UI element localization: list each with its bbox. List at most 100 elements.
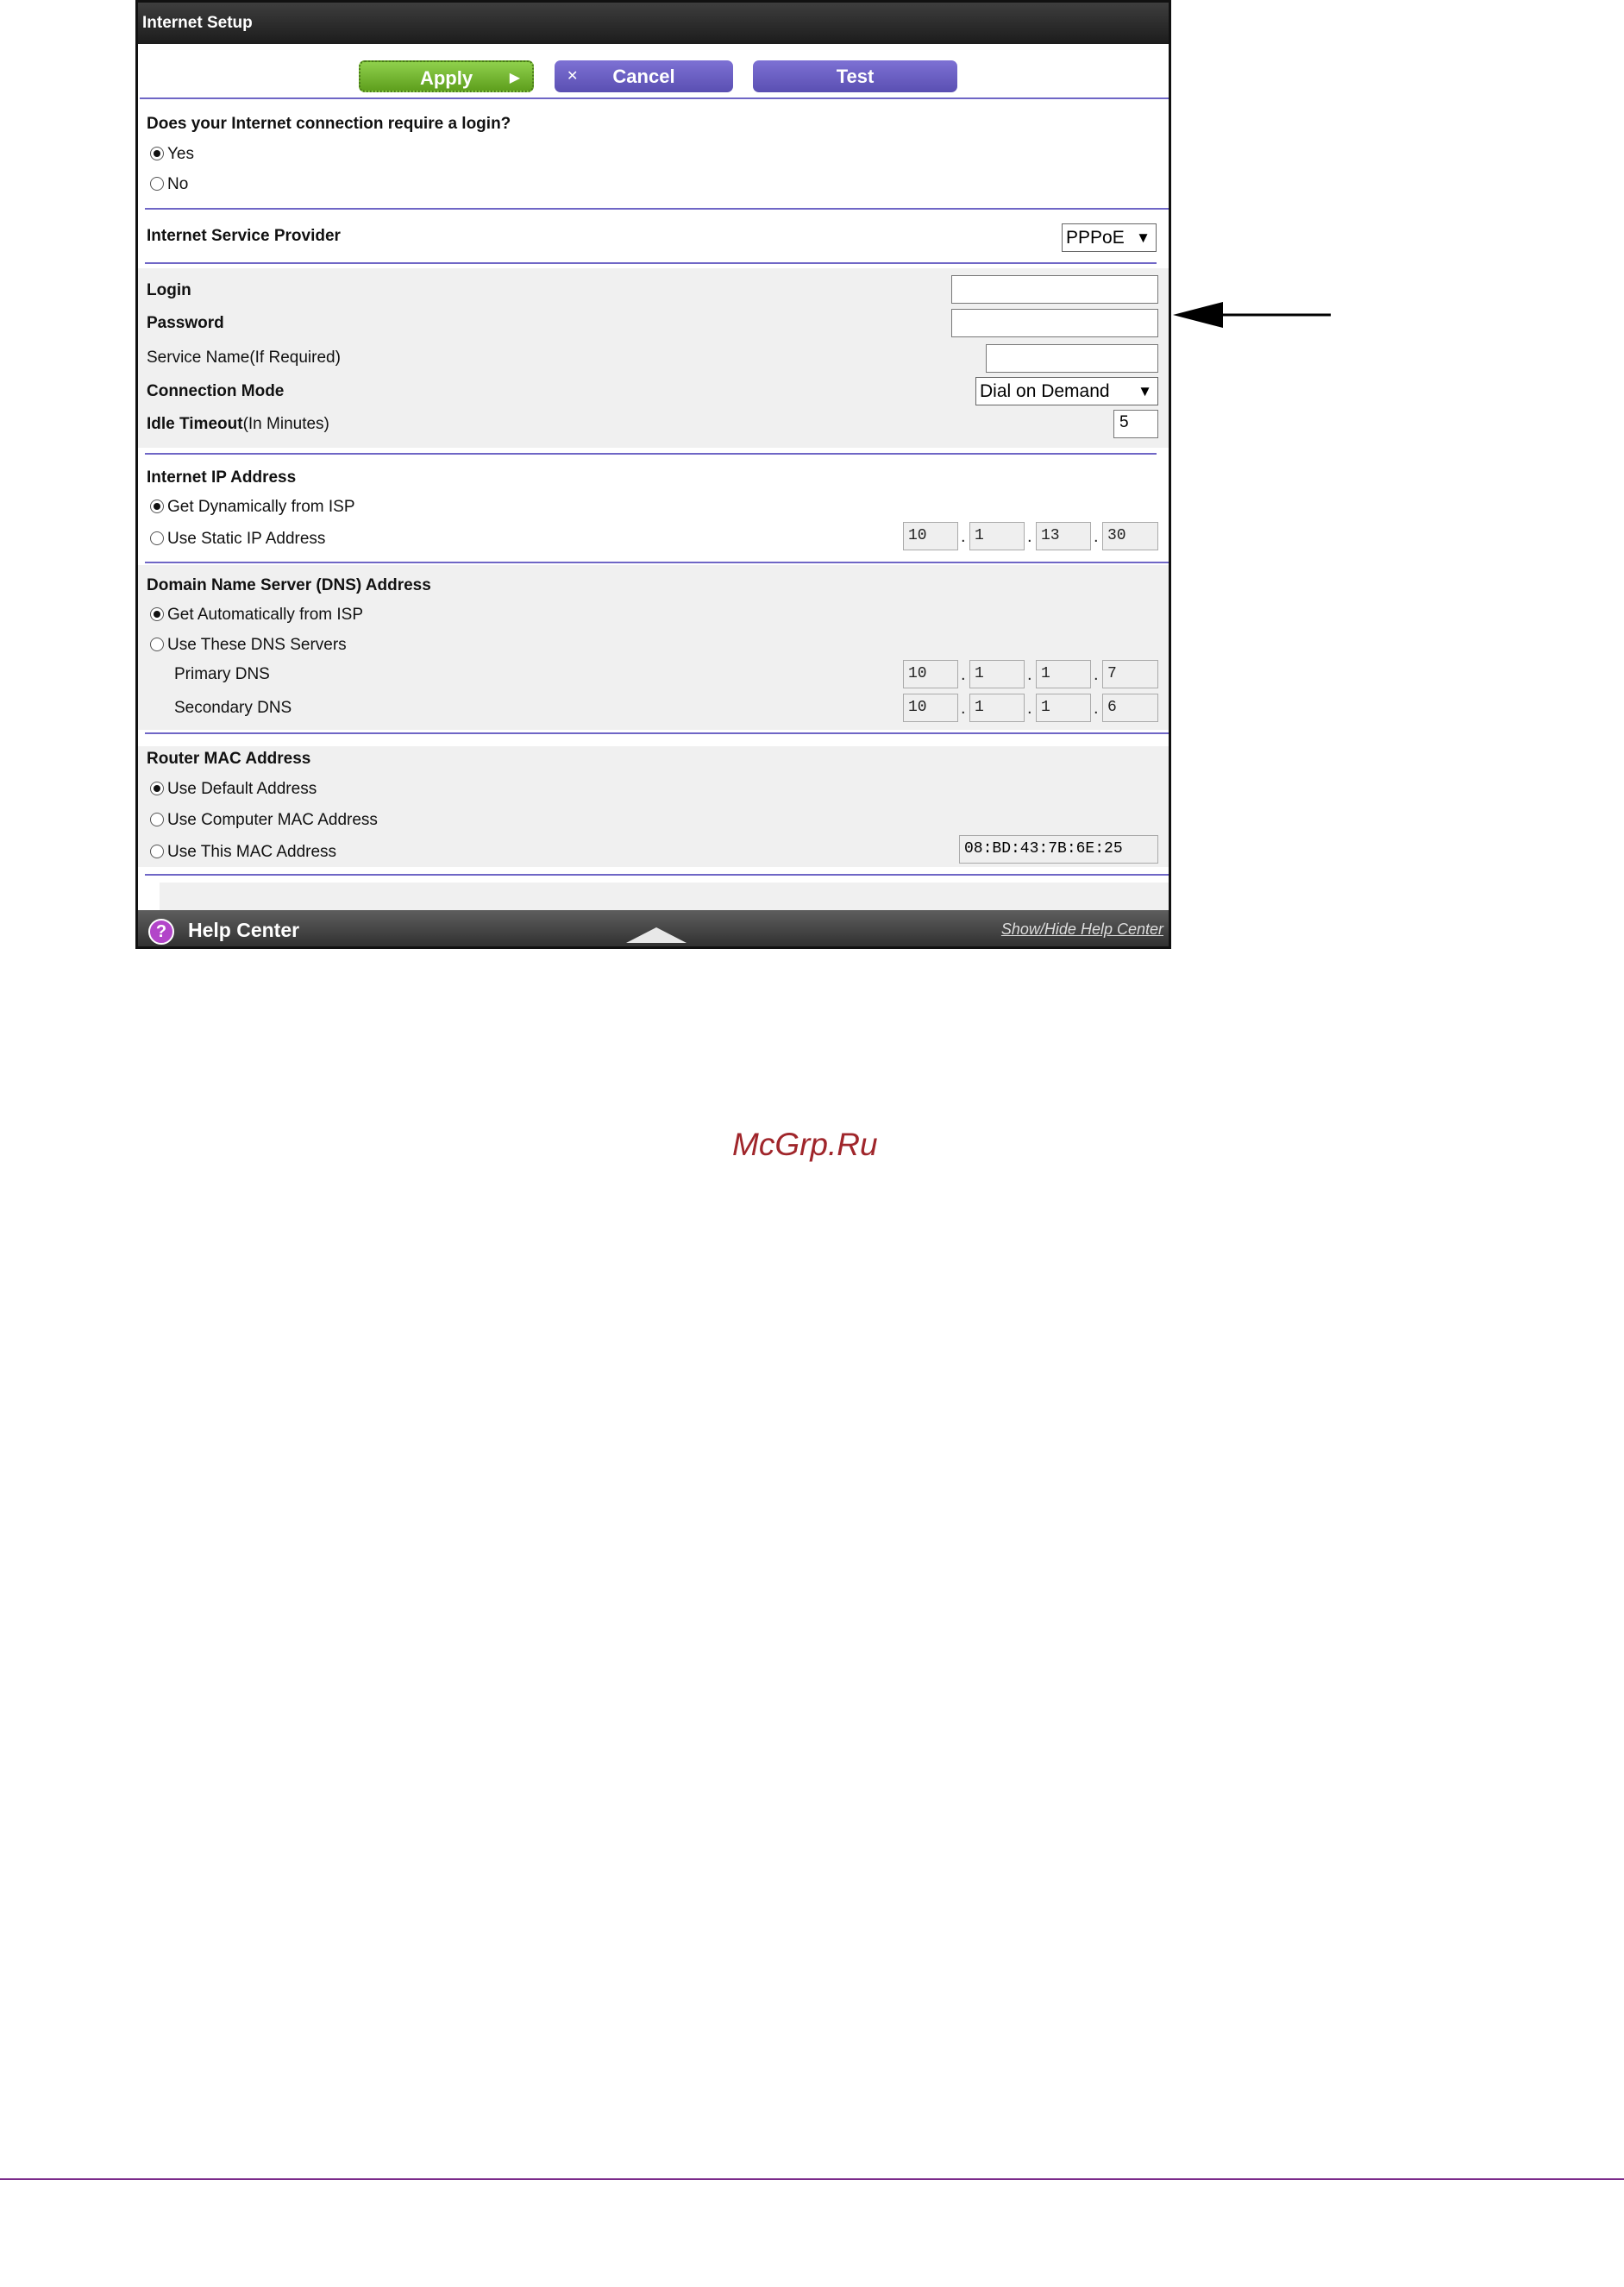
divider bbox=[145, 453, 1157, 455]
primary-dns-octet-2[interactable]: 1 bbox=[969, 660, 1025, 688]
expand-arrow-icon[interactable] bbox=[626, 927, 687, 943]
chevron-down-icon: ▼ bbox=[1136, 229, 1151, 246]
password-input[interactable] bbox=[951, 309, 1158, 337]
cancel-button[interactable]: ✕ Cancel bbox=[555, 60, 733, 92]
login-yes-option[interactable]: Yes bbox=[150, 145, 194, 164]
ip-static-option[interactable]: Use Static IP Address bbox=[150, 530, 325, 549]
secondary-dns-label: Secondary DNS bbox=[174, 699, 292, 717]
divider bbox=[145, 732, 1169, 734]
radio-selected-icon[interactable] bbox=[150, 147, 164, 160]
dns-heading: Domain Name Server (DNS) Address bbox=[147, 576, 431, 594]
idle-timeout-label: Idle Timeout(In Minutes) bbox=[147, 415, 329, 434]
test-button[interactable]: Test bbox=[753, 60, 957, 92]
connection-mode-value: Dial on Demand bbox=[980, 381, 1110, 401]
radio-unselected-icon[interactable] bbox=[150, 177, 164, 191]
apply-button-label: Apply bbox=[419, 67, 473, 89]
login-no-option[interactable]: No bbox=[150, 175, 188, 194]
radio-selected-icon[interactable] bbox=[150, 782, 164, 795]
help-center-bar: ? Help Center Show/Hide Help Center bbox=[138, 910, 1169, 946]
idle-timeout-label-main: Idle Timeout bbox=[147, 415, 243, 433]
dns-auto-option[interactable]: Get Automatically from ISP bbox=[150, 606, 363, 625]
secondary-dns-octet-2[interactable]: 1 bbox=[969, 694, 1025, 722]
primary-dns-octet-3[interactable]: 1 bbox=[1036, 660, 1091, 688]
login-label: Login bbox=[147, 281, 191, 299]
close-icon: ✕ bbox=[567, 69, 579, 84]
octet-separator: . bbox=[961, 665, 966, 684]
login-no-label: No bbox=[167, 175, 189, 193]
login-yes-label: Yes bbox=[167, 145, 194, 163]
service-name-input[interactable] bbox=[986, 344, 1158, 373]
octet-separator: . bbox=[1027, 665, 1032, 684]
ip-dynamic-option[interactable]: Get Dynamically from ISP bbox=[150, 498, 355, 517]
ip-dynamic-label: Get Dynamically from ISP bbox=[167, 498, 355, 516]
divider bbox=[145, 562, 1169, 563]
help-center-label: Help Center bbox=[188, 919, 300, 941]
dns-auto-label: Get Automatically from ISP bbox=[167, 606, 364, 624]
octet-separator: . bbox=[1027, 527, 1032, 546]
isp-select[interactable]: PPPoE ▼ bbox=[1062, 223, 1157, 252]
radio-selected-icon[interactable] bbox=[150, 499, 164, 513]
footer-divider bbox=[0, 2178, 1624, 2180]
mac-this-option[interactable]: Use This MAC Address bbox=[150, 843, 336, 862]
ip-octet-3[interactable]: 13 bbox=[1036, 522, 1091, 550]
secondary-dns-octet-3[interactable]: 1 bbox=[1036, 694, 1091, 722]
play-arrow-icon: ▶ bbox=[509, 71, 520, 85]
watermark: McGrp.Ru bbox=[732, 1127, 878, 1162]
divider bbox=[145, 262, 1157, 264]
octet-separator: . bbox=[1094, 699, 1099, 718]
divider bbox=[145, 208, 1169, 210]
radio-unselected-icon[interactable] bbox=[150, 638, 164, 651]
mac-heading: Router MAC Address bbox=[147, 750, 311, 768]
isp-select-value: PPPoE bbox=[1066, 228, 1125, 248]
octet-separator: . bbox=[1027, 699, 1032, 718]
mac-address-input[interactable]: 08:BD:43:7B:6E:25 bbox=[959, 835, 1158, 864]
radio-unselected-icon[interactable] bbox=[150, 813, 164, 826]
ip-static-label: Use Static IP Address bbox=[167, 530, 326, 548]
octet-separator: . bbox=[1094, 527, 1099, 546]
login-question-label: Does your Internet connection require a … bbox=[147, 115, 511, 133]
mac-computer-label: Use Computer MAC Address bbox=[167, 811, 378, 829]
radio-unselected-icon[interactable] bbox=[150, 845, 164, 858]
mac-computer-option[interactable]: Use Computer MAC Address bbox=[150, 811, 378, 830]
octet-separator: . bbox=[961, 699, 966, 718]
apply-button[interactable]: Apply ▶ bbox=[359, 60, 534, 92]
test-button-label: Test bbox=[836, 66, 875, 87]
question-icon[interactable]: ? bbox=[148, 919, 174, 945]
service-name-label: Service Name(If Required) bbox=[147, 349, 341, 367]
ip-octet-1[interactable]: 10 bbox=[903, 522, 958, 550]
dns-manual-option[interactable]: Use These DNS Servers bbox=[150, 636, 347, 655]
ip-heading: Internet IP Address bbox=[147, 468, 297, 487]
divider bbox=[140, 97, 1169, 99]
annotation-arrow-icon bbox=[1173, 302, 1331, 328]
secondary-dns-octet-4[interactable]: 6 bbox=[1102, 694, 1158, 722]
internet-setup-panel: Internet Setup Apply ▶ ✕ Cancel Test Doe… bbox=[135, 0, 1171, 949]
action-button-bar: Apply ▶ ✕ Cancel Test bbox=[138, 47, 1169, 98]
ip-octet-4[interactable]: 30 bbox=[1102, 522, 1158, 550]
primary-dns-label: Primary DNS bbox=[174, 665, 270, 683]
connection-mode-label: Connection Mode bbox=[147, 382, 285, 400]
dns-manual-label: Use These DNS Servers bbox=[167, 636, 347, 654]
primary-dns-octet-1[interactable]: 10 bbox=[903, 660, 958, 688]
connection-mode-select[interactable]: Dial on Demand ▼ bbox=[975, 377, 1158, 405]
primary-dns-octet-4[interactable]: 7 bbox=[1102, 660, 1158, 688]
login-input[interactable] bbox=[951, 275, 1158, 304]
secondary-dns-octet-1[interactable]: 10 bbox=[903, 694, 958, 722]
mac-this-label: Use This MAC Address bbox=[167, 843, 337, 861]
ip-octet-2[interactable]: 1 bbox=[969, 522, 1025, 550]
show-hide-help-link[interactable]: Show/Hide Help Center bbox=[1001, 920, 1163, 939]
idle-timeout-input[interactable]: 5 bbox=[1113, 410, 1158, 438]
radio-selected-icon[interactable] bbox=[150, 607, 164, 621]
mac-default-label: Use Default Address bbox=[167, 780, 317, 798]
divider bbox=[145, 874, 1169, 876]
octet-separator: . bbox=[1094, 665, 1099, 684]
radio-unselected-icon[interactable] bbox=[150, 531, 164, 545]
page-title: Internet Setup bbox=[138, 3, 1169, 44]
octet-separator: . bbox=[961, 527, 966, 546]
idle-timeout-label-unit: (In Minutes) bbox=[242, 415, 329, 433]
mac-default-option[interactable]: Use Default Address bbox=[150, 780, 317, 799]
isp-label: Internet Service Provider bbox=[147, 227, 341, 245]
password-label: Password bbox=[147, 314, 224, 332]
cancel-button-label: Cancel bbox=[612, 66, 675, 87]
chevron-down-icon: ▼ bbox=[1138, 383, 1152, 399]
idle-timeout-value: 5 bbox=[1119, 413, 1129, 431]
